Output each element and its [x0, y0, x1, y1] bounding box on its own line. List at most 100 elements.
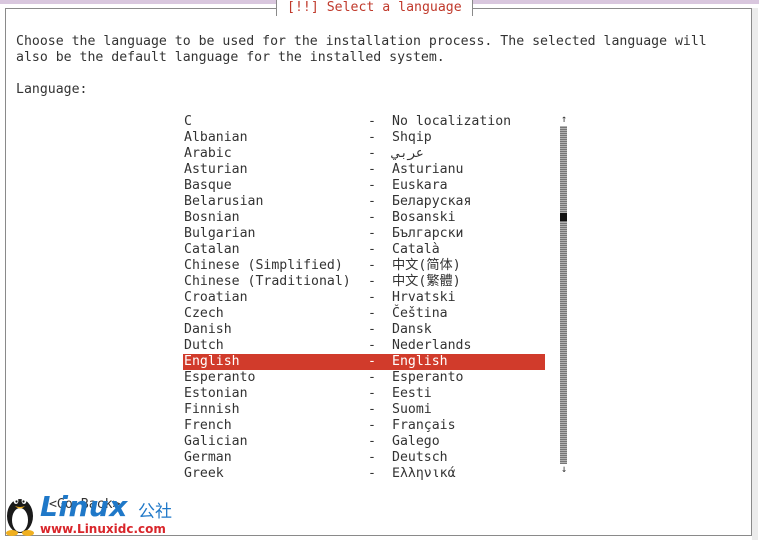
language-name: C [184, 114, 192, 129]
language-option-chinese-simplified[interactable]: Chinese (Simplified) - 中文(简体) [183, 258, 545, 274]
language-name: Finnish [184, 402, 240, 417]
scroll-up-arrow-icon[interactable]: ↑ [559, 114, 569, 126]
separator-dash: - [368, 114, 376, 129]
language-option-greek[interactable]: Greek - Ελληνικά [183, 466, 545, 482]
dialog-title: [!!] Select a language [276, 0, 473, 16]
separator-dash: - [368, 338, 376, 353]
language-option-croatian[interactable]: Croatian - Hrvatski [183, 290, 545, 306]
native-language-name: Suomi [392, 402, 432, 417]
separator-dash: - [368, 258, 376, 273]
language-name: Belarusian [184, 194, 264, 209]
language-option-estonian[interactable]: Estonian - Eesti [183, 386, 545, 402]
language-option-czech[interactable]: Czech - Čeština [183, 306, 545, 322]
native-language-name: 中文(简体) [392, 258, 461, 273]
separator-dash: - [368, 274, 376, 289]
language-option-english[interactable]: English - English [183, 354, 545, 370]
language-name: Chinese (Traditional) [184, 274, 351, 289]
language-name: Catalan [184, 242, 240, 257]
separator-dash: - [368, 434, 376, 449]
separator-dash: - [368, 418, 376, 433]
native-language-name: Dansk [392, 322, 432, 337]
scroll-down-arrow-icon[interactable]: ↓ [559, 464, 569, 476]
scroll-track[interactable] [560, 126, 567, 464]
language-option-chinese-traditional[interactable]: Chinese (Traditional) - 中文(繁體) [183, 274, 545, 290]
language-name: German [184, 450, 232, 465]
separator-dash: - [368, 466, 376, 481]
language-option-bosnian[interactable]: Bosnian - Bosanski [183, 210, 545, 226]
language-name: Danish [184, 322, 232, 337]
native-language-name: Galego [392, 434, 440, 449]
native-language-name: Български [392, 226, 464, 241]
native-language-name: Català [392, 242, 440, 257]
separator-dash: - [368, 386, 376, 401]
language-name: Chinese (Simplified) [184, 258, 343, 273]
language-name: Czech [184, 306, 224, 321]
native-language-name: عربي [392, 146, 424, 161]
tux-penguin-icon [6, 498, 34, 536]
language-name: Bulgarian [184, 226, 256, 241]
language-option-french[interactable]: French - Français [183, 418, 545, 434]
separator-dash: - [368, 354, 376, 369]
language-name: Bosnian [184, 210, 240, 225]
language-option-albanian[interactable]: Albanian - Shqip [183, 130, 545, 146]
separator-dash: - [368, 242, 376, 257]
language-option-german[interactable]: German - Deutsch [183, 450, 545, 466]
language-name: Greek [184, 466, 224, 481]
native-language-name: Bosanski [392, 210, 456, 225]
native-language-name: Asturianu [392, 162, 464, 177]
native-language-name: Français [392, 418, 456, 433]
language-option-danish[interactable]: Danish - Dansk [183, 322, 545, 338]
watermark: Linux 公社 www.Linuxidc.com [2, 488, 182, 538]
language-label: Language: [16, 82, 88, 97]
separator-dash: - [368, 450, 376, 465]
language-option-arabic[interactable]: Arabic - عربي [183, 146, 545, 162]
instruction-text-line-1: Choose the language to be used for the i… [16, 34, 707, 49]
native-language-name: Беларуская [392, 194, 472, 209]
native-language-name: Deutsch [392, 450, 448, 465]
dialog-shadow [752, 8, 758, 540]
language-option-asturian[interactable]: Asturian - Asturianu [183, 162, 545, 178]
language-list[interactable]: C - No localization Albanian - Shqip Arabic - عر… [183, 114, 545, 482]
language-name: English [184, 354, 240, 369]
watermark-logo-cn: 公社 [138, 502, 172, 522]
language-name: Asturian [184, 162, 248, 177]
language-option-c[interactable]: C - No localization [183, 114, 545, 130]
separator-dash: - [368, 226, 376, 241]
separator-dash: - [368, 130, 376, 145]
native-language-name: Nederlands [392, 338, 472, 353]
separator-dash: - [368, 402, 376, 417]
separator-dash: - [368, 306, 376, 321]
scroll-thumb[interactable] [560, 213, 567, 221]
language-list-scrollbar[interactable]: ↑ ↓ [559, 114, 569, 478]
language-name: Estonian [184, 386, 248, 401]
separator-dash: - [368, 194, 376, 209]
separator-dash: - [368, 370, 376, 385]
language-name: Croatian [184, 290, 248, 305]
watermark-logo-text: Linux [40, 490, 128, 523]
language-name: Galician [184, 434, 248, 449]
language-option-dutch[interactable]: Dutch - Nederlands [183, 338, 545, 354]
language-option-belarusian[interactable]: Belarusian - Беларуская [183, 194, 545, 210]
native-language-name: Ελληνικά [392, 466, 456, 481]
native-language-name: No localization [392, 114, 512, 129]
separator-dash: - [368, 178, 376, 193]
instruction-text-line-2: also be the default language for the ins… [16, 50, 445, 65]
language-option-esperanto[interactable]: Esperanto - Esperanto [183, 370, 545, 386]
language-option-catalan[interactable]: Catalan - Català [183, 242, 545, 258]
language-name: Basque [184, 178, 232, 193]
language-option-finnish[interactable]: Finnish - Suomi [183, 402, 545, 418]
native-language-name: Hrvatski [392, 290, 456, 305]
language-option-basque[interactable]: Basque - Euskara [183, 178, 545, 194]
watermark-url: www.Linuxidc.com [40, 522, 166, 536]
separator-dash: - [368, 146, 376, 161]
native-language-name: Euskara [392, 178, 448, 193]
separator-dash: - [368, 290, 376, 305]
language-option-bulgarian[interactable]: Bulgarian - Български [183, 226, 545, 242]
separator-dash: - [368, 210, 376, 225]
separator-dash: - [368, 322, 376, 337]
language-option-galician[interactable]: Galician - Galego [183, 434, 545, 450]
native-language-name: Eesti [392, 386, 432, 401]
language-name: Arabic [184, 146, 232, 161]
separator-dash: - [368, 162, 376, 177]
language-name: Dutch [184, 338, 224, 353]
